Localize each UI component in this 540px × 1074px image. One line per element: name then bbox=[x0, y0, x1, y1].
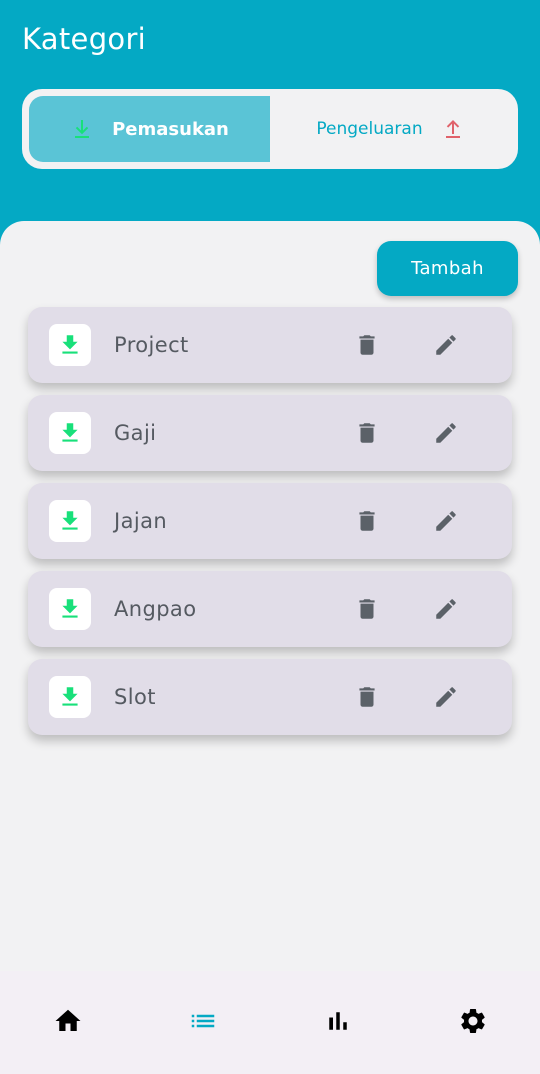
edit-icon[interactable] bbox=[432, 595, 460, 623]
edit-icon[interactable] bbox=[432, 419, 460, 447]
category-panel: Tambah Project Gaji Jajan Angpao Slot bbox=[0, 221, 540, 971]
bar-chart-icon bbox=[323, 1006, 353, 1040]
list-item[interactable]: Jajan bbox=[28, 483, 512, 559]
delete-icon[interactable] bbox=[353, 507, 381, 535]
list-item[interactable]: Angpao bbox=[28, 571, 512, 647]
delete-icon[interactable] bbox=[353, 595, 381, 623]
expense-tab-label: Pengeluaran bbox=[316, 119, 423, 139]
category-list: Project Gaji Jajan Angpao Slot bbox=[28, 307, 512, 747]
list-icon bbox=[188, 1006, 218, 1040]
upload-icon bbox=[441, 117, 465, 141]
list-item[interactable]: Gaji bbox=[28, 395, 512, 471]
download-icon bbox=[49, 500, 91, 542]
download-icon bbox=[49, 324, 91, 366]
page-title: Kategori bbox=[22, 22, 147, 56]
gear-icon bbox=[458, 1006, 488, 1040]
home-icon bbox=[53, 1006, 83, 1040]
list-item[interactable]: Project bbox=[28, 307, 512, 383]
category-name: Gaji bbox=[114, 421, 157, 445]
bottom-navigation bbox=[0, 971, 540, 1074]
type-toggle: Pemasukan Pengeluaran bbox=[22, 89, 518, 169]
category-name: Angpao bbox=[114, 597, 197, 621]
edit-icon[interactable] bbox=[432, 683, 460, 711]
edit-icon[interactable] bbox=[432, 507, 460, 535]
category-name: Project bbox=[114, 333, 189, 357]
nav-settings[interactable] bbox=[405, 971, 540, 1074]
category-name: Slot bbox=[114, 685, 156, 709]
list-item[interactable]: Slot bbox=[28, 659, 512, 735]
nav-categories[interactable] bbox=[135, 971, 270, 1074]
expense-tab[interactable]: Pengeluaran bbox=[270, 96, 511, 162]
add-button[interactable]: Tambah bbox=[377, 241, 518, 296]
download-icon bbox=[70, 117, 94, 141]
delete-icon[interactable] bbox=[353, 683, 381, 711]
edit-icon[interactable] bbox=[432, 331, 460, 359]
download-icon bbox=[49, 412, 91, 454]
nav-stats[interactable] bbox=[270, 971, 405, 1074]
category-name: Jajan bbox=[114, 509, 168, 533]
download-icon bbox=[49, 676, 91, 718]
download-icon bbox=[49, 588, 91, 630]
delete-icon[interactable] bbox=[353, 419, 381, 447]
income-tab[interactable]: Pemasukan bbox=[29, 96, 270, 162]
income-tab-label: Pemasukan bbox=[112, 118, 229, 140]
nav-home[interactable] bbox=[0, 971, 135, 1074]
delete-icon[interactable] bbox=[353, 331, 381, 359]
